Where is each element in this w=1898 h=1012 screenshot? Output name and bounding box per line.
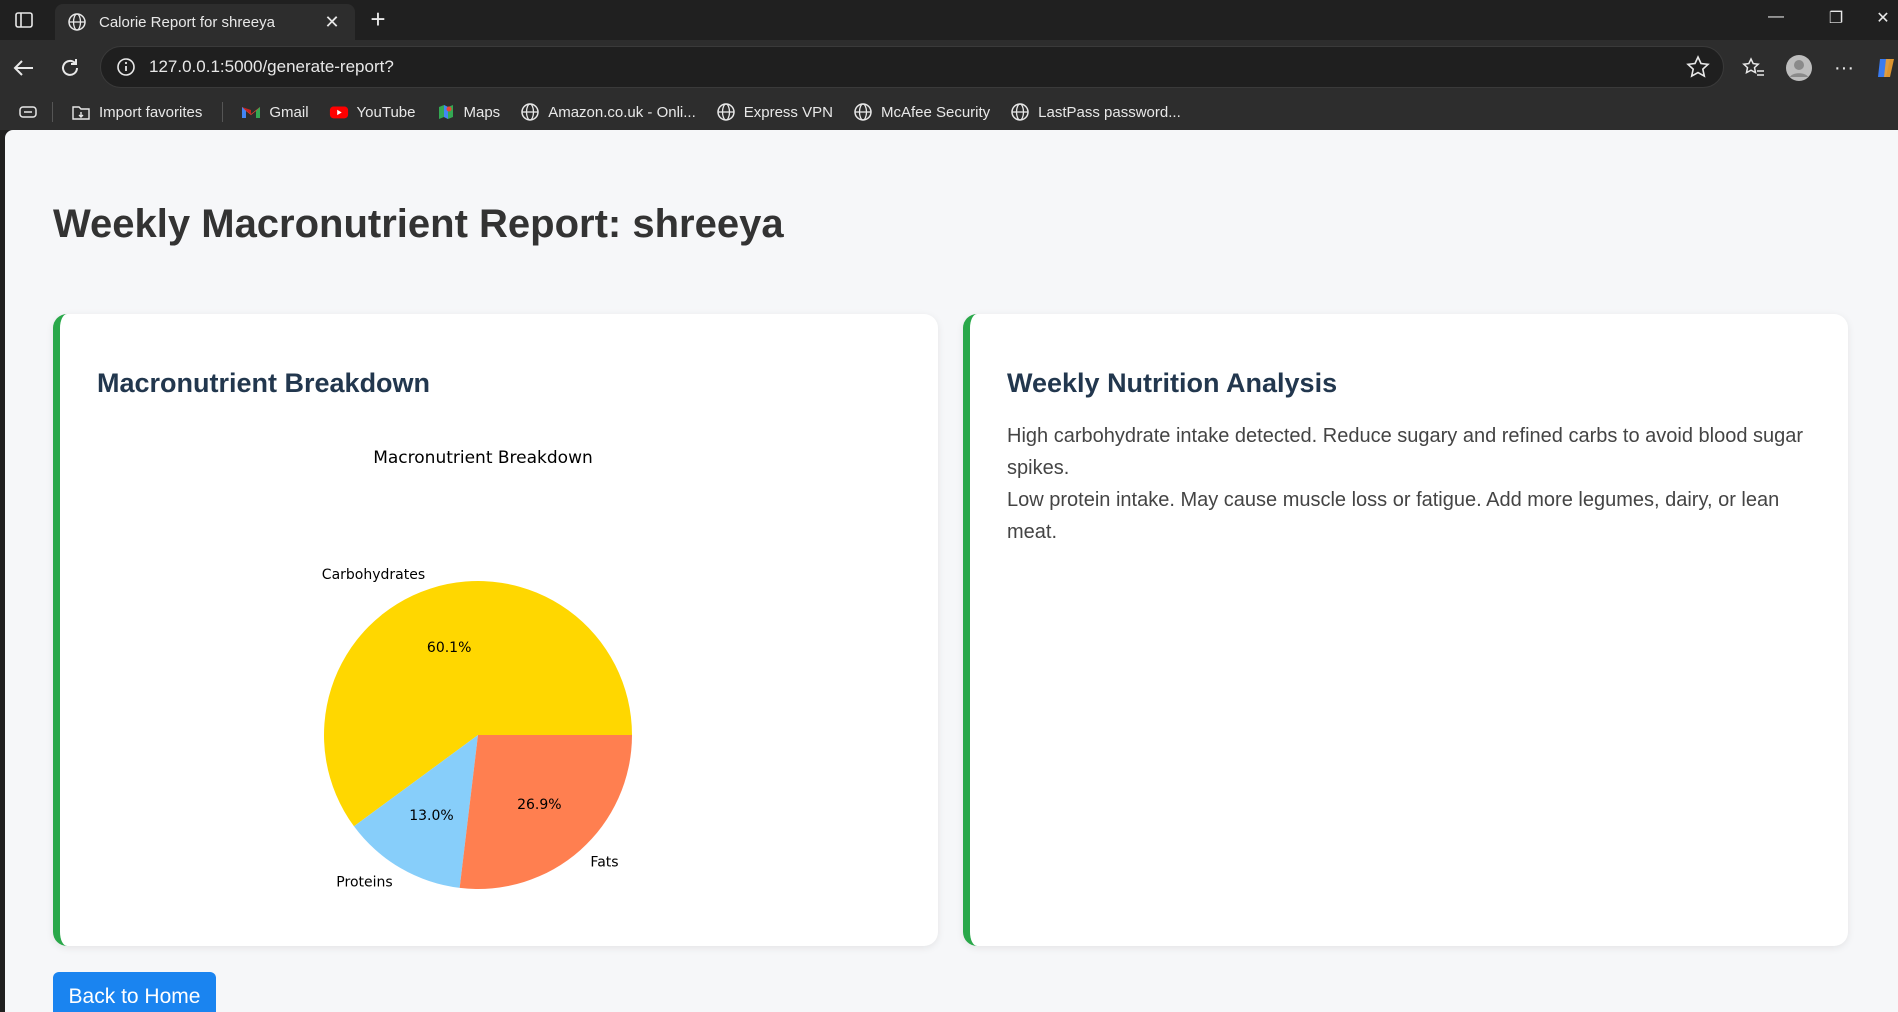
analysis-line-carbs: High carbohydrate intake detected. Reduc…	[1007, 425, 1804, 479]
bookmark-mcafee[interactable]: McAfee Security	[853, 102, 990, 122]
globe-icon	[1010, 102, 1030, 122]
breakdown-card: Macronutrient Breakdown Macronutrient Br…	[53, 314, 938, 946]
bookmark-gmail[interactable]: Gmail	[241, 102, 309, 122]
pie-value-label: 60.1%	[427, 640, 471, 656]
bookmarks-bar: Import favorites Gmail YouTube Maps Amaz…	[0, 94, 1898, 130]
refresh-icon[interactable]	[56, 54, 84, 82]
pie-category-label: Proteins	[336, 874, 392, 890]
bookmark-separator	[52, 102, 53, 122]
bookmark-label: McAfee Security	[880, 103, 991, 121]
pie-value-label: 26.9%	[517, 797, 561, 813]
active-tab[interactable]: Calorie Report for shreeya ✕	[55, 4, 355, 40]
bookmark-lastpass[interactable]: LastPass password...	[1010, 102, 1181, 122]
analysis-text: High carbohydrate intake detected. Reduc…	[1007, 420, 1817, 548]
analysis-heading: Weekly Nutrition Analysis	[1007, 368, 1338, 398]
url-text[interactable]: 127.0.0.1:5000/generate-report?	[149, 57, 1685, 77]
back-icon[interactable]	[10, 54, 38, 82]
globe-icon	[853, 102, 873, 122]
bookmark-separator	[222, 102, 224, 122]
globe-icon	[68, 13, 86, 31]
close-window-icon[interactable]: ✕	[1868, 8, 1898, 34]
pie-category-label: Fats	[590, 855, 618, 871]
maps-icon	[436, 102, 456, 122]
bookmark-label: YouTube	[356, 103, 416, 121]
pie-value-label: 13.0%	[409, 808, 453, 824]
bookmark-label: Maps	[463, 103, 501, 121]
favorite-star-icon[interactable]	[1685, 54, 1711, 80]
bookmark-label: Import favorites	[99, 103, 203, 121]
bookmark-label: LastPass password...	[1038, 103, 1181, 121]
bookmark-label: Gmail	[269, 103, 309, 121]
globe-icon	[716, 102, 736, 122]
macronutrient-pie-chart: Macronutrient Breakdown 60.1% Carbohydrat…	[322, 448, 632, 890]
close-tab-icon[interactable]: ✕	[321, 12, 343, 33]
restore-icon[interactable]: ❐	[1814, 8, 1858, 34]
address-bar[interactable]: 127.0.0.1:5000/generate-report?	[100, 46, 1724, 88]
bookmark-youtube[interactable]: YouTube	[329, 102, 416, 122]
browser-titlebar: Calorie Report for shreeya ✕ + — ❐ ✕	[0, 0, 1898, 40]
chart-title: Macronutrient Breakdown	[373, 448, 593, 468]
page-title: Weekly Macronutrient Report: shreeya	[53, 202, 784, 246]
analysis-line-protein: Low protein intake. May cause muscle los…	[1007, 489, 1780, 543]
profile-avatar-icon[interactable]	[1785, 54, 1813, 82]
bookmark-maps[interactable]: Maps	[436, 102, 501, 122]
globe-icon	[520, 102, 540, 122]
minimize-icon[interactable]: —	[1754, 8, 1798, 34]
reading-list-icon[interactable]	[18, 104, 38, 120]
back-to-home-button[interactable]: Back to Home	[53, 972, 216, 1012]
tab-title: Calorie Report for shreeya	[99, 13, 275, 31]
more-menu-icon[interactable]: ···	[1830, 54, 1858, 82]
analysis-card: Weekly Nutrition Analysis High carbohydr…	[963, 314, 1848, 946]
browser-toolbar: 127.0.0.1:5000/generate-report? ···	[0, 40, 1898, 94]
youtube-icon	[329, 102, 349, 122]
bookmark-amazon[interactable]: Amazon.co.uk - Onli...	[520, 102, 696, 122]
bookmark-label: Amazon.co.uk - Onli...	[548, 103, 696, 121]
bookmark-express-vpn[interactable]: Express VPN	[716, 102, 833, 122]
bookmark-import-favorites[interactable]: Import favorites	[71, 102, 202, 122]
tab-actions-icon[interactable]	[12, 10, 36, 30]
new-tab-icon[interactable]: +	[364, 6, 392, 34]
favorites-icon[interactable]	[1740, 54, 1768, 82]
pie-category-label: Carbohydrates	[322, 567, 425, 583]
bookmark-label: Express VPN	[743, 103, 833, 121]
page-content: Weekly Macronutrient Report: shreeya Mac…	[5, 130, 1898, 1012]
site-info-icon[interactable]	[115, 56, 137, 78]
copilot-icon[interactable]	[1874, 54, 1898, 82]
gmail-icon	[241, 102, 261, 122]
import-icon	[71, 102, 91, 122]
